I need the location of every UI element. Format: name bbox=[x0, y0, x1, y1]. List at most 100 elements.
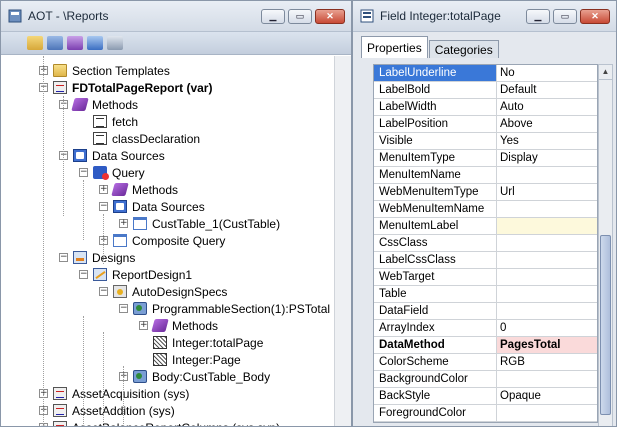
tree-node-label: Section Templates bbox=[72, 63, 170, 78]
property-value[interactable]: PagesTotal bbox=[497, 337, 597, 353]
expand-icon[interactable]: + bbox=[119, 219, 128, 228]
collapse-icon[interactable]: − bbox=[79, 168, 88, 177]
properties-close-button[interactable]: ✕ bbox=[580, 9, 610, 24]
property-value[interactable]: Url bbox=[497, 184, 597, 200]
tree-node[interactable]: − AutoDesignSpecs bbox=[99, 283, 227, 300]
methods-icon bbox=[151, 319, 169, 332]
property-value[interactable] bbox=[497, 218, 597, 234]
properties-icon[interactable] bbox=[47, 36, 63, 50]
property-row[interactable]: MenuItemType Display bbox=[374, 150, 597, 167]
aot-vertical-scrollbar[interactable] bbox=[334, 56, 351, 426]
property-row[interactable]: ColorScheme RGB bbox=[374, 354, 597, 371]
properties-window: Field Integer:totalPage ▁ ▭ ✕ Properties… bbox=[352, 0, 617, 427]
tree-node[interactable]: + Section Templates bbox=[39, 62, 170, 79]
property-name: BackStyle bbox=[374, 388, 497, 404]
property-row[interactable]: Visible Yes bbox=[374, 133, 597, 150]
tree-node[interactable]: − Data Sources bbox=[99, 198, 205, 215]
property-row[interactable]: DataMethod PagesTotal bbox=[374, 337, 597, 354]
tree-connector-line bbox=[83, 180, 84, 240]
compile-icon[interactable] bbox=[67, 36, 83, 50]
aot-maximize-button[interactable]: ▭ bbox=[288, 9, 312, 24]
aot-titlebar[interactable]: AOT - \Reports ▁ ▭ ✕ bbox=[1, 1, 351, 32]
tab-properties[interactable]: Properties bbox=[361, 36, 428, 58]
aot-close-button[interactable]: ✕ bbox=[315, 9, 345, 24]
property-value[interactable] bbox=[497, 252, 597, 268]
property-name: DataMethod bbox=[374, 337, 497, 353]
property-row[interactable]: CssClass bbox=[374, 235, 597, 252]
property-row[interactable]: DataField bbox=[374, 303, 597, 320]
tree-node[interactable]: +AssetBalanceReportColumns (sys,syp) bbox=[39, 419, 280, 426]
property-value[interactable] bbox=[497, 201, 597, 217]
tree-node[interactable]: + Methods bbox=[139, 317, 218, 334]
tree-node-label: Composite Query bbox=[132, 233, 226, 248]
grid-icon[interactable] bbox=[107, 36, 123, 50]
properties-maximize-button[interactable]: ▭ bbox=[553, 9, 577, 24]
tab-categories[interactable]: Categories bbox=[428, 40, 499, 58]
tree-node[interactable]: classDeclaration bbox=[79, 130, 200, 147]
collapse-icon[interactable]: − bbox=[79, 270, 88, 279]
property-value[interactable]: Yes bbox=[497, 133, 597, 149]
property-value[interactable]: RGB bbox=[497, 354, 597, 370]
tree-node[interactable]: + Methods bbox=[99, 181, 178, 198]
tree-node[interactable]: − Data Sources bbox=[59, 147, 165, 164]
tree-node[interactable]: + AssetAcquisition (sys) bbox=[39, 385, 189, 402]
tree-node[interactable]: + Body:CustTable_Body bbox=[119, 368, 270, 385]
property-value[interactable] bbox=[497, 167, 597, 183]
tree-node[interactable]: − Query bbox=[79, 164, 145, 181]
scroll-up-arrow-icon[interactable]: ▲ bbox=[599, 65, 612, 80]
property-value[interactable] bbox=[497, 269, 597, 285]
property-row[interactable]: Table bbox=[374, 286, 597, 303]
collapse-icon[interactable]: − bbox=[99, 287, 108, 296]
property-row[interactable]: WebMenuItemName bbox=[374, 201, 597, 218]
property-value[interactable]: Opaque bbox=[497, 388, 597, 404]
properties-minimize-button[interactable]: ▁ bbox=[526, 9, 550, 24]
property-value[interactable] bbox=[497, 303, 597, 319]
property-value[interactable] bbox=[497, 371, 597, 387]
tree-node[interactable]: Integer:totalPage bbox=[139, 334, 263, 351]
property-value[interactable]: Default bbox=[497, 82, 597, 98]
tree-node[interactable]: fetch bbox=[79, 113, 138, 130]
collapse-icon[interactable]: − bbox=[99, 202, 108, 211]
property-row[interactable]: BackStyle Opaque bbox=[374, 388, 597, 405]
tree-node[interactable]: − Methods bbox=[59, 96, 138, 113]
property-row[interactable]: BackgroundColor bbox=[374, 371, 597, 388]
tree-node[interactable]: + AssetAddition (sys) bbox=[39, 402, 175, 419]
property-value[interactable]: Above bbox=[497, 116, 597, 132]
tree-node[interactable]: − Designs bbox=[59, 249, 135, 266]
property-value[interactable]: No bbox=[497, 65, 597, 81]
collapse-icon[interactable]: − bbox=[59, 253, 68, 262]
section-icon bbox=[133, 302, 147, 315]
tree-node[interactable]: Integer:Page bbox=[139, 351, 241, 368]
expand-icon[interactable]: + bbox=[139, 321, 148, 330]
tree-node[interactable]: − ReportDesign1 bbox=[79, 266, 192, 283]
property-row[interactable]: LabelCssClass bbox=[374, 252, 597, 269]
property-row[interactable]: LabelBold Default bbox=[374, 82, 597, 99]
property-row[interactable]: MenuItemName bbox=[374, 167, 597, 184]
property-value[interactable]: 0 bbox=[497, 320, 597, 336]
tree-node[interactable]: + CustTable_1(CustTable) bbox=[119, 215, 280, 232]
property-value[interactable]: Display bbox=[497, 150, 597, 166]
properties-vertical-scrollbar[interactable]: ▲ bbox=[598, 64, 613, 426]
property-value[interactable] bbox=[497, 235, 597, 251]
import-icon[interactable] bbox=[87, 36, 103, 50]
scroll-thumb[interactable] bbox=[600, 235, 611, 415]
property-row[interactable]: WebTarget bbox=[374, 269, 597, 286]
tree-node[interactable]: − ProgrammableSection(1):PSTotal bbox=[119, 300, 330, 317]
property-value[interactable]: Auto bbox=[497, 99, 597, 115]
property-value[interactable] bbox=[497, 405, 597, 421]
tree-node[interactable]: + Composite Query bbox=[99, 232, 225, 249]
expand-icon[interactable]: + bbox=[99, 185, 108, 194]
property-row[interactable]: LabelUnderline No bbox=[374, 65, 597, 82]
properties-titlebar[interactable]: Field Integer:totalPage ▁ ▭ ✕ bbox=[353, 1, 616, 32]
property-row[interactable]: LabelPosition Above bbox=[374, 116, 597, 133]
property-row[interactable]: LabelWidth Auto bbox=[374, 99, 597, 116]
collapse-icon[interactable]: − bbox=[119, 304, 128, 313]
aot-minimize-button[interactable]: ▁ bbox=[261, 9, 285, 24]
open-icon[interactable] bbox=[27, 36, 43, 50]
property-row[interactable]: ForegroundColor bbox=[374, 405, 597, 422]
property-row[interactable]: ArrayIndex 0 bbox=[374, 320, 597, 337]
property-value[interactable] bbox=[497, 286, 597, 302]
property-row[interactable]: MenuItemLabel bbox=[374, 218, 597, 235]
tree-node[interactable]: − FDTotalPageReport (var) bbox=[39, 79, 212, 96]
property-row[interactable]: WebMenuItemType Url bbox=[374, 184, 597, 201]
